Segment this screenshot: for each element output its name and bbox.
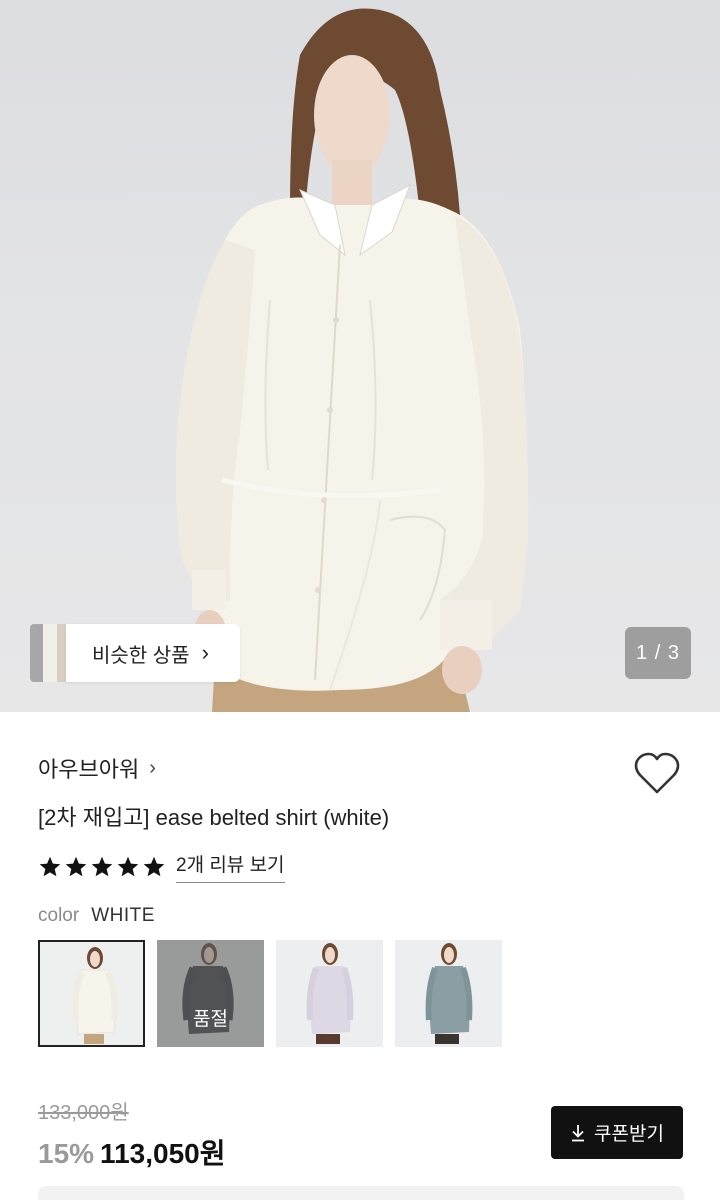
- similar-products-label: 비슷한 상품: [92, 644, 190, 667]
- similar-products-button[interactable]: 비슷한 상품 ›: [66, 624, 240, 682]
- color-label: color: [38, 905, 80, 926]
- coupon-button-label: 쿠폰받기: [594, 1124, 664, 1145]
- swatch-charcoal[interactable]: 품절: [157, 940, 264, 1047]
- brand-name: 아우브아워: [38, 757, 140, 782]
- product-title: [2차 재입고] ease belted shirt (white): [38, 805, 390, 830]
- rating-row: 2개 리뷰 보기: [38, 850, 285, 883]
- product-photo: [175, 8, 529, 712]
- star-icon: [143, 856, 165, 876]
- swatch-blue-gray[interactable]: [395, 940, 502, 1047]
- sale-price: 113,050원: [100, 1138, 226, 1169]
- review-link[interactable]: 2개 리뷰 보기: [176, 850, 285, 883]
- star-icon: [91, 856, 113, 876]
- download-icon: [572, 1124, 585, 1141]
- sale-price-row: 15% 113,050원: [38, 1132, 225, 1172]
- original-price: 133,000원: [38, 1102, 129, 1124]
- color-value: WHITE: [91, 905, 155, 926]
- sold-out-overlay: 품절: [157, 940, 264, 1047]
- discount-rate: 15%: [38, 1138, 95, 1169]
- swatch-photo: [72, 947, 118, 1044]
- color-swatches: 품절: [38, 940, 502, 1047]
- chevron-right-icon: ›: [201, 640, 209, 665]
- swatch-lavender[interactable]: [276, 940, 383, 1047]
- similar-products-thumbnail[interactable]: [30, 624, 70, 682]
- product-image-carousel[interactable]: 비슷한 상품 › 1 / 3: [0, 0, 720, 712]
- swatch-photo: [425, 943, 473, 1044]
- next-section-edge: [38, 1186, 684, 1200]
- swatch-photo: [306, 943, 354, 1044]
- heart-icon[interactable]: [632, 750, 682, 798]
- color-selector-label: color WHITE: [38, 905, 155, 927]
- coupon-download-button[interactable]: 쿠폰받기: [551, 1106, 683, 1159]
- star-rating: [38, 855, 166, 879]
- swatch-white[interactable]: [38, 940, 145, 1047]
- star-icon: [117, 856, 139, 876]
- star-icon: [39, 856, 61, 876]
- chevron-right-icon: ›: [149, 756, 156, 779]
- star-icon: [65, 856, 87, 876]
- brand-link[interactable]: 아우브아워 ›: [38, 752, 156, 784]
- image-page-counter: 1 / 3: [625, 627, 691, 679]
